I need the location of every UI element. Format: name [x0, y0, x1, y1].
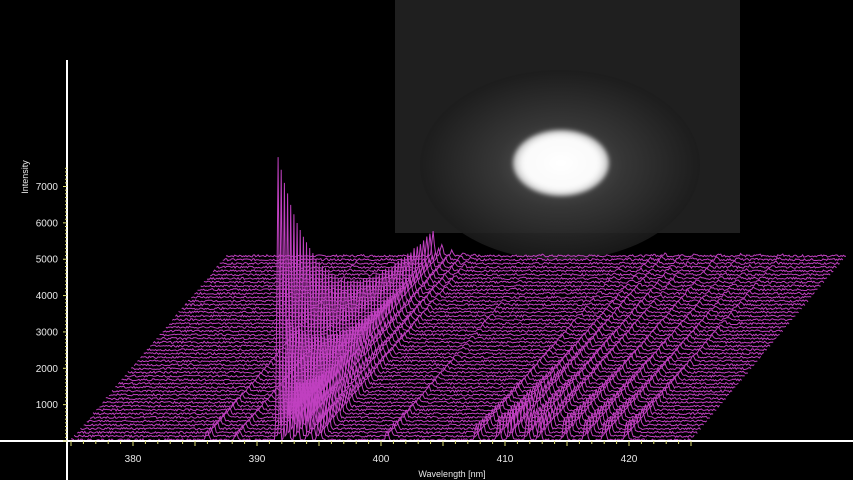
spectrum-trace: [143, 280, 764, 356]
x-tick-label: 400: [373, 454, 390, 465]
x-tick-label: 390: [249, 454, 266, 465]
y-tick-label: 6000: [36, 218, 59, 229]
y-tick-label: 7000: [36, 182, 59, 193]
y-tick-label: 2000: [36, 364, 59, 375]
emission-plume-image: [395, 0, 740, 260]
x-tick-label: 410: [497, 454, 514, 465]
plume-bright-spot: [513, 130, 609, 196]
waterfall-spectrum-chart: 1000 2000 3000 4000 5000 6000 7000 380 390 400 410…: [0, 0, 853, 480]
y-tick-label: 4000: [36, 291, 59, 302]
x-tick-label: 420: [621, 454, 638, 465]
x-tick-label: 380: [125, 454, 142, 465]
y-tick-label: 5000: [36, 255, 59, 266]
y-tick-label: 1000: [36, 400, 59, 411]
y-axis-label: Intensity: [20, 160, 30, 194]
x-axis-label: Wavelength [nm]: [418, 469, 485, 479]
y-tick-label: 3000: [36, 327, 59, 338]
